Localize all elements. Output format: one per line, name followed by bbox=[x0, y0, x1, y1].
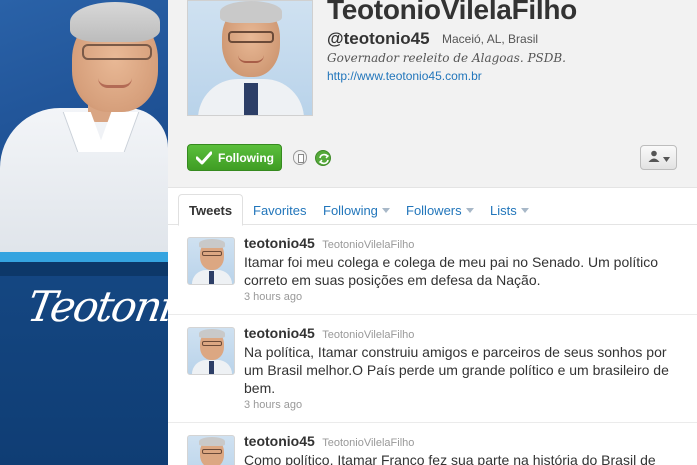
chevron-down-icon bbox=[662, 149, 670, 167]
tweet-author[interactable]: teotonio45 TeotonioVilelaFilho bbox=[244, 433, 414, 451]
tweet-author[interactable]: teotonio45 TeotonioVilelaFilho bbox=[244, 235, 414, 253]
profile-avatar[interactable] bbox=[187, 0, 313, 116]
chevron-down-icon bbox=[520, 208, 529, 213]
profile-header: TeotonioVilelaFilho @teotonio45 Maceió, … bbox=[168, 0, 697, 188]
profile-background: Teotonio bbox=[0, 0, 175, 465]
user-icon bbox=[648, 149, 660, 167]
tweet[interactable]: teotonio45 TeotonioVilelaFilho Na políti… bbox=[168, 315, 697, 423]
tweet[interactable]: teotonio45 TeotonioVilelaFilho Itamar fo… bbox=[168, 225, 697, 315]
following-button-label: Following bbox=[218, 150, 274, 165]
tab-label: Favorites bbox=[253, 203, 307, 218]
profile-full-name: TeotonioVilelaFilho bbox=[327, 0, 577, 25]
tab-label: Following bbox=[323, 203, 378, 218]
profile-screen-name: @teotonio45 bbox=[327, 29, 430, 48]
main-column: TeotonioVilelaFilho @teotonio45 Maceió, … bbox=[168, 0, 697, 465]
tab-label: Tweets bbox=[189, 202, 233, 218]
tweet-full-name: TeotonioVilelaFilho bbox=[322, 437, 415, 449]
tweet-avatar[interactable] bbox=[187, 435, 235, 465]
tab-tweets[interactable]: Tweets bbox=[178, 194, 244, 226]
tweet-screen-name[interactable]: teotonio45 bbox=[244, 235, 315, 251]
tweet-avatar[interactable] bbox=[187, 327, 235, 375]
tab-lists[interactable]: Lists bbox=[490, 196, 529, 225]
tweet-screen-name[interactable]: teotonio45 bbox=[244, 433, 315, 449]
profile-location: Maceió, AL, Brasil bbox=[442, 32, 539, 46]
profile-website-link[interactable]: http://www.teotonio45.com.br bbox=[327, 69, 482, 83]
profile-bio: Governador reeleito de Alagoas. PSDB. bbox=[327, 51, 566, 65]
tweet-author[interactable]: teotonio45 TeotonioVilelaFilho bbox=[244, 325, 414, 343]
tweet-screen-name[interactable]: teotonio45 bbox=[244, 325, 315, 341]
tweet-text: Itamar foi meu colega e colega de meu pa… bbox=[244, 254, 659, 288]
device-icon[interactable] bbox=[293, 150, 307, 165]
tab-followers[interactable]: Followers bbox=[406, 196, 474, 225]
tweet-text: Como político, Itamar Franco fez sua par… bbox=[244, 452, 656, 465]
background-stripe bbox=[0, 252, 175, 262]
tab-label: Followers bbox=[406, 203, 462, 218]
tweet-text: Na política, Itamar construiu amigos e p… bbox=[244, 344, 669, 396]
chevron-down-icon bbox=[381, 208, 390, 213]
tweet-full-name: TeotonioVilelaFilho bbox=[322, 239, 415, 251]
following-button[interactable]: Following bbox=[187, 144, 282, 171]
tab-label: Lists bbox=[490, 203, 517, 218]
user-actions-button[interactable] bbox=[640, 145, 677, 170]
tab-following[interactable]: Following bbox=[323, 196, 390, 225]
background-photo bbox=[0, 0, 175, 258]
tweet-full-name: TeotonioVilelaFilho bbox=[322, 329, 415, 341]
check-icon bbox=[196, 151, 212, 165]
profile-tabs: Tweets Favorites Following Followers Lis… bbox=[168, 188, 697, 226]
tweet-timestamp[interactable]: 3 hours ago bbox=[244, 399, 302, 411]
retweet-icon[interactable] bbox=[315, 150, 331, 166]
tab-favorites[interactable]: Favorites bbox=[253, 196, 306, 225]
background-signature: Teotonio bbox=[23, 282, 175, 331]
chevron-down-icon bbox=[465, 208, 474, 213]
tweet-timestamp[interactable]: 3 hours ago bbox=[244, 291, 302, 303]
tweet-avatar[interactable] bbox=[187, 237, 235, 285]
tweet[interactable]: teotonio45 TeotonioVilelaFilho Como polí… bbox=[168, 423, 697, 465]
background-stripe-dark bbox=[0, 262, 175, 276]
